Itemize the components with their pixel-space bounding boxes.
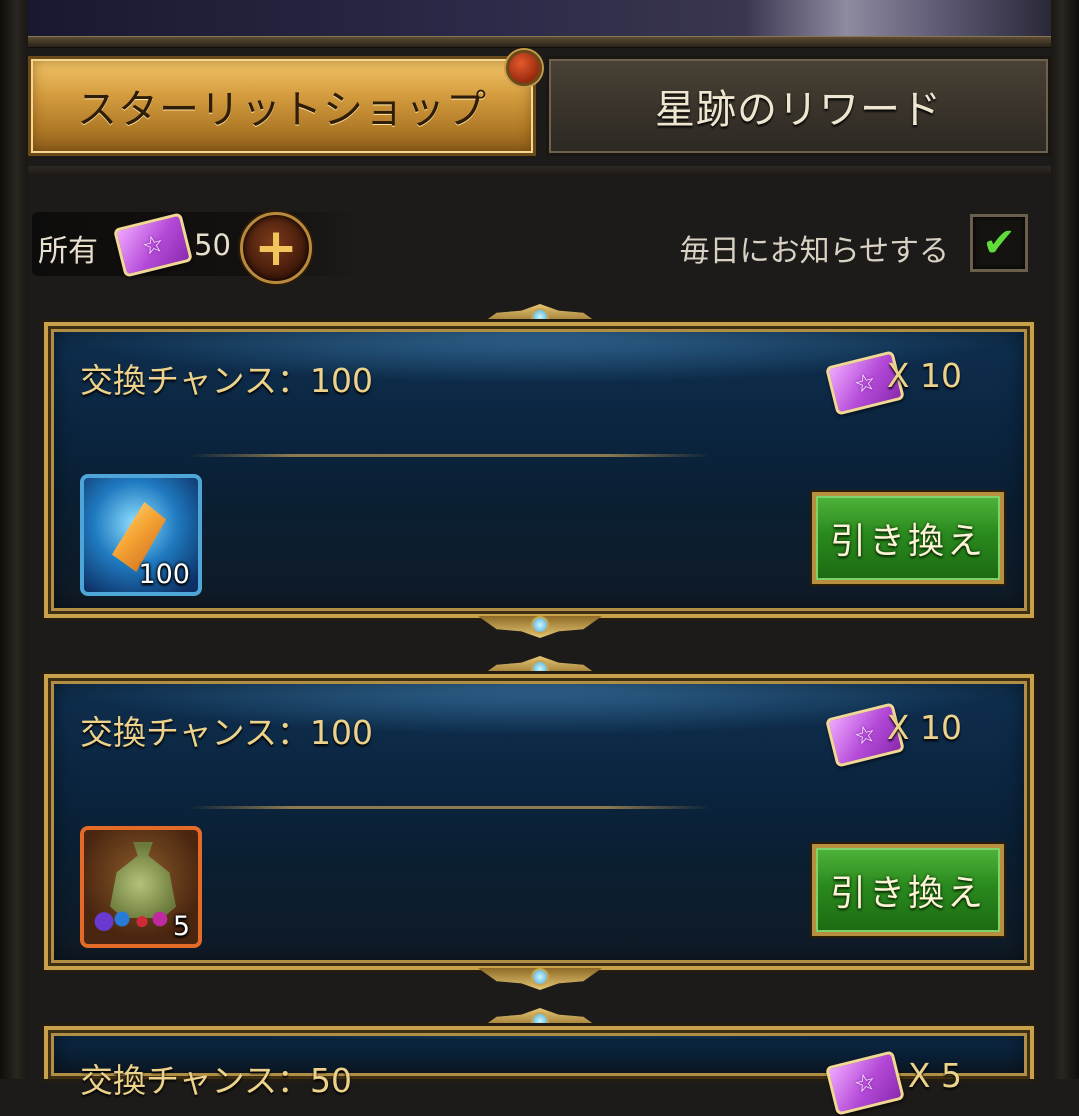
cost-amount: X 10 — [886, 708, 962, 747]
owned-count: 50 — [194, 228, 231, 262]
redeem-button-label: 引き換え — [829, 521, 986, 562]
exchange-chance-label: 交換チャンス：50 — [80, 1061, 353, 1100]
exchange-chance-label: 交換チャンス：100 — [80, 361, 373, 400]
exchange-card: 交換チャンス：100 ☆ X 10 5 引き換え — [44, 674, 1034, 970]
card-divider — [188, 454, 710, 457]
tab-bar: スターリットショップ 星跡のリワード — [28, 50, 1051, 158]
section-band — [28, 166, 1051, 176]
owned-label: 所有 — [38, 234, 98, 269]
left-frame-border — [0, 0, 28, 1079]
ornament-gem-icon — [531, 968, 549, 986]
redeem-button[interactable]: 引き換え — [812, 492, 1004, 584]
reward-item-slot[interactable]: 100 — [80, 474, 202, 596]
ornament-gem-icon — [531, 616, 549, 634]
card-divider — [188, 806, 710, 809]
tab-star-trail-rewards-label: 星跡のリワード — [655, 87, 942, 133]
notification-dot-icon — [506, 50, 542, 86]
header-artwork — [28, 0, 1051, 36]
reward-quantity: 100 — [138, 559, 190, 590]
exchange-chance-label: 交換チャンス：100 — [80, 713, 373, 752]
reward-quantity: 5 — [172, 911, 190, 942]
right-frame-border — [1051, 0, 1079, 1079]
reward-item-slot[interactable]: 5 — [80, 826, 202, 948]
cost-ticket-icon: ☆ — [824, 1050, 906, 1116]
checkmark-icon: ✔ — [982, 220, 1016, 266]
header-divider — [28, 36, 1051, 48]
exchange-card: 交換チャンス：50 ☆ X 5 — [44, 1026, 1034, 1116]
plus-icon: + — [254, 218, 298, 278]
cost-amount: X 5 — [907, 1056, 962, 1095]
redeem-button-label: 引き換え — [829, 873, 986, 914]
tab-star-trail-rewards[interactable]: 星跡のリワード — [546, 56, 1051, 156]
daily-notify-label: 毎日にお知らせする — [679, 234, 949, 269]
tab-starlit-shop-label: スターリットショップ — [77, 87, 487, 133]
tab-starlit-shop[interactable]: スターリットショップ — [28, 56, 536, 156]
redeem-button[interactable]: 引き換え — [812, 844, 1004, 936]
daily-notify-checkbox[interactable]: ✔ — [970, 214, 1028, 272]
add-currency-button[interactable]: + — [240, 212, 312, 284]
cost-amount: X 10 — [886, 356, 962, 395]
exchange-card: 交換チャンス：100 ☆ X 10 100 引き換え — [44, 322, 1034, 618]
